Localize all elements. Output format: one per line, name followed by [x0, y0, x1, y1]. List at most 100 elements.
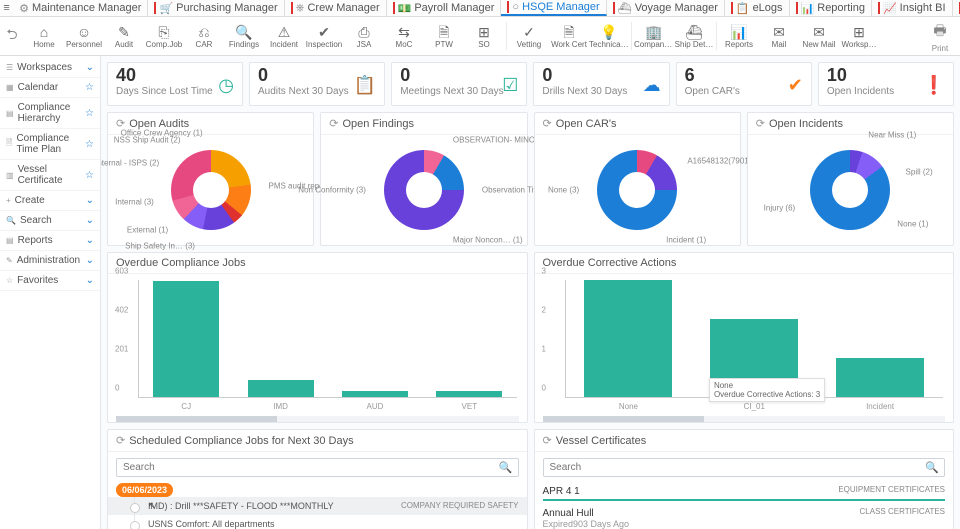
bar[interactable] [436, 391, 502, 397]
kpi-icon: ❗ [923, 75, 945, 96]
nav-tab-maintenance-manager[interactable]: ⚙Maintenance Manager [13, 0, 148, 16]
kpi-meetings-next-days[interactable]: 0Meetings Next 30 Days☑ [391, 62, 527, 106]
nav-tab-reporting[interactable]: 📊Reporting [790, 0, 872, 16]
bar[interactable] [248, 380, 314, 397]
horizontal-scrollbar[interactable] [543, 416, 946, 422]
donut-chart[interactable] [597, 150, 677, 230]
nav-tab-elogs[interactable]: 📋eLogs [725, 0, 790, 16]
chevron-down-icon: ⌄ [86, 255, 94, 266]
bar-row: Overdue Compliance Jobs 0201402603CJIMDA… [101, 252, 960, 429]
sidebar-favorites[interactable]: ☆Favorites⌄ [0, 271, 100, 291]
kpi-icon: 📋 [354, 75, 376, 96]
toolbar-moc-button[interactable]: ⇆MoC [384, 22, 424, 51]
favorite-star-icon[interactable]: ☆ [85, 139, 94, 150]
kpi-icon: ☑ [502, 75, 518, 96]
toolbar-comp-job-button[interactable]: ⎘Comp.Job [144, 22, 184, 51]
scheduled-job-row[interactable]: ↖IMD) : Drill ***SAFETY - FLOOD ***MONTH… [108, 497, 527, 515]
kpi-open-car-s[interactable]: 6Open CAR's✔ [676, 62, 812, 106]
overdue-compliance-card: Overdue Compliance Jobs 0201402603CJIMDA… [107, 252, 528, 423]
certificate-row[interactable]: Annual HullCLASS CERTIFICATESExpired903 … [543, 505, 946, 529]
sidebar-compliance-time-plan[interactable]: 🗎Compliance Time Plan☆ [0, 129, 100, 160]
nav-tab-payroll-manager[interactable]: 💵Payroll Manager [387, 0, 502, 16]
search-icon[interactable]: 🔍 [499, 461, 513, 474]
job-title: USNS Comfort: All departments [148, 519, 275, 529]
kpi-audits-next-days[interactable]: 0Audits Next 30 Days📋 [249, 62, 385, 106]
toolbar-ship-det--button[interactable]: ⛴Ship Det… [674, 22, 714, 51]
kpi-open-incidents[interactable]: 10Open Incidents❗ [818, 62, 954, 106]
toolbar-incident-button[interactable]: ⚠Incident [264, 22, 304, 51]
toolbar-ptw-button[interactable]: 🗎PTW [424, 22, 464, 51]
search-box: 🔍 [116, 458, 519, 477]
toolbar-vetting-button[interactable]: ✓Vetting [509, 22, 549, 51]
toolbar-companies-button[interactable]: 🏢Companies [634, 22, 674, 51]
certificate-row[interactable]: APR 4 1EQUIPMENT CERTIFICATES [543, 483, 946, 501]
sidebar-calendar[interactable]: ▦Calendar☆ [0, 78, 100, 98]
x-label: AUD [366, 402, 383, 411]
nav-tab-crew-manager[interactable]: ⎈Crew Manager [285, 0, 387, 16]
print-button[interactable]: 🖶 Print [920, 20, 960, 53]
sidebar-vessel-certificate[interactable]: ▥Vessel Certificate☆ [0, 160, 100, 191]
scheduled-job-row[interactable]: USNS Comfort: All departments [108, 515, 527, 529]
nav-tab-interfaces[interactable]: ⇄Interfaces [953, 0, 960, 16]
toolbar-technical--button[interactable]: 💡Technical… [589, 22, 629, 51]
refresh-icon[interactable]: ⟳ [543, 117, 552, 130]
donut-chart[interactable] [810, 150, 890, 230]
menu-icon[interactable]: ≡ [0, 2, 13, 14]
refresh-icon[interactable]: ⟳ [329, 117, 338, 130]
toolbar-work-cert-button[interactable]: 🗎Work Cert [549, 22, 589, 51]
y-tick: 3 [542, 267, 546, 276]
search-input[interactable] [116, 458, 519, 477]
refresh-icon[interactable]: ⟳ [756, 117, 765, 130]
toolbar-worksp--button[interactable]: ⊞Worksp… [839, 22, 879, 51]
nav-tab-insight-bi[interactable]: 📈Insight BI [872, 0, 953, 16]
toolbar-car-button[interactable]: ⎌CAR [184, 22, 224, 51]
y-tick: 1 [542, 345, 546, 354]
refresh-icon[interactable]: ⟳ [543, 434, 552, 447]
card-title: Open Incidents [769, 118, 843, 130]
bar[interactable] [584, 280, 672, 397]
toolbar-findings-button[interactable]: 🔍Findings [224, 22, 264, 51]
toolbar-mail-button[interactable]: ✉Mail [759, 22, 799, 51]
toolbar-new-mail-button[interactable]: ✉New Mail [799, 22, 839, 51]
x-label: Incident [866, 402, 894, 411]
bottom-row: ⟳Scheduled Compliance Jobs for Next 30 D… [101, 429, 960, 529]
toolbar-personnel-button[interactable]: ☺Personnel [64, 22, 104, 51]
sidebar: ☰Workspaces⌄▦Calendar☆▤Compliance Hierar… [0, 56, 101, 529]
bar[interactable] [342, 391, 408, 397]
x-label: IMD [273, 402, 288, 411]
chevron-down-icon: ⌄ [86, 275, 94, 286]
donut-slice-label: None (1) [897, 220, 928, 229]
toolbar-inspection-button[interactable]: ✔Inspection [304, 22, 344, 51]
sidebar-compliance-hierarchy[interactable]: ▤Compliance Hierarchy☆ [0, 98, 100, 129]
sidebar-create[interactable]: +Create⌄ [0, 191, 100, 211]
kpi-drills-next-days[interactable]: 0Drills Next 30 Days☁ [533, 62, 669, 106]
toolbar-home-button[interactable]: ⌂Home [24, 22, 64, 51]
favorite-star-icon[interactable]: ☆ [85, 82, 94, 93]
search-input[interactable] [543, 458, 946, 477]
sidebar-administration[interactable]: ✎Administration⌄ [0, 251, 100, 271]
favorite-star-icon[interactable]: ☆ [85, 170, 94, 181]
toolbar-reports-button[interactable]: 📊Reports [719, 22, 759, 51]
sidebar-workspaces[interactable]: ☰Workspaces⌄ [0, 58, 100, 78]
nav-tab-purchasing-manager[interactable]: 🛒Purchasing Manager [148, 0, 284, 16]
donut-slice-label: Non Conformity (3) [298, 186, 366, 195]
refresh-icon[interactable]: ⟳ [116, 434, 125, 447]
nav-tab-hsqe-manager[interactable]: ○HSQE Manager [501, 0, 606, 16]
donut-chart[interactable] [171, 150, 251, 230]
kpi-days-since-lost-time[interactable]: 40Days Since Lost Time◷ [107, 62, 243, 106]
bar[interactable] [153, 281, 219, 397]
search-icon[interactable]: 🔍 [925, 461, 939, 474]
sidebar-reports[interactable]: ▤Reports⌄ [0, 231, 100, 251]
toolbar-jsa-button[interactable]: ⎙JSA [344, 22, 384, 51]
bar[interactable] [836, 358, 924, 397]
donut-chart[interactable] [384, 150, 464, 230]
nav-tab-voyage-manager[interactable]: ⛴Voyage Manager [607, 0, 725, 16]
favorite-star-icon[interactable]: ☆ [85, 108, 94, 119]
back-icon[interactable]: ⮌ [0, 24, 24, 48]
sidebar-search[interactable]: 🔍Search⌄ [0, 211, 100, 231]
toolbar-so-button[interactable]: ⊞SO [464, 22, 504, 51]
donut-slice-label: NSS Ship Audit (2) [114, 136, 181, 145]
horizontal-scrollbar[interactable] [116, 416, 519, 422]
toolbar-audit-button[interactable]: ✎Audit [104, 22, 144, 51]
x-label: CJ [181, 402, 191, 411]
